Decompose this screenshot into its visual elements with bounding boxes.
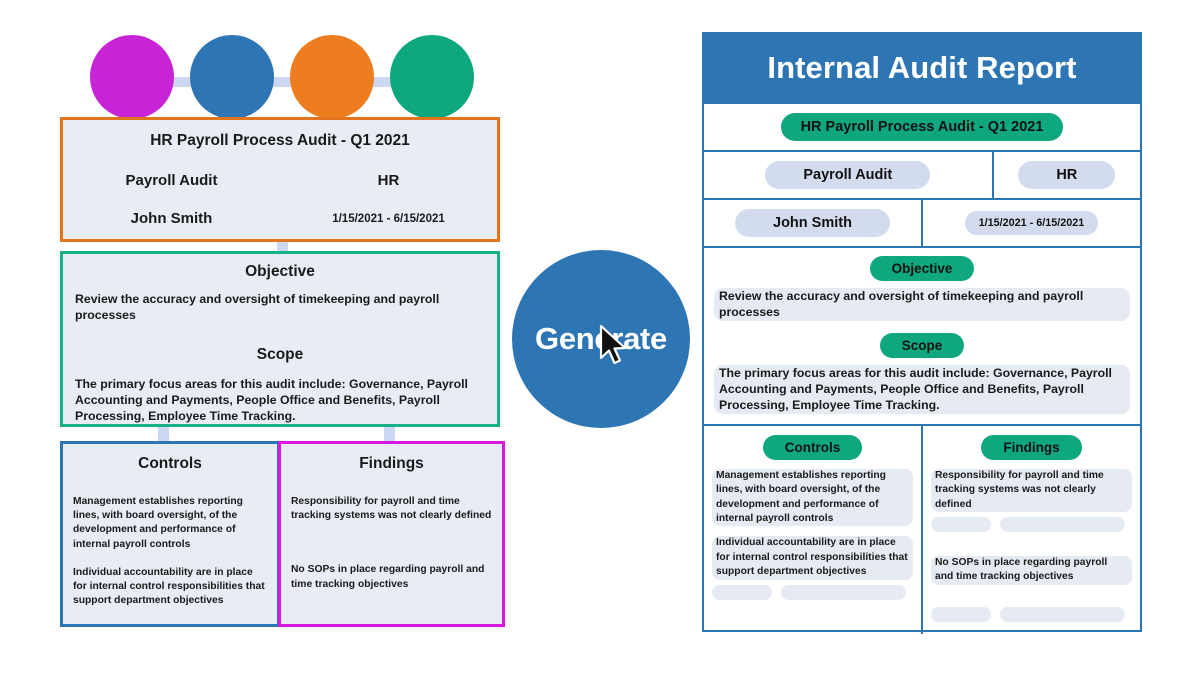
report-objective-scope-section: Objective Review the accuracy and oversi… <box>704 246 1140 424</box>
generate-button-label: Generate <box>535 321 667 356</box>
source-controls-item-1: Individual accountability are in place f… <box>73 566 265 607</box>
source-findings-heading: Findings <box>359 455 424 472</box>
slide-canvas: HR Payroll Process Audit - Q1 2021 Payro… <box>0 0 1200 675</box>
report-controls-heading-wrap: Controls <box>712 434 913 460</box>
source-meta-row-2: John Smith 1/15/2021 - 6/15/2021 <box>63 210 497 227</box>
source-objective-scope-box: Objective Review the accuracy and oversi… <box>60 251 500 427</box>
generate-button[interactable]: Generate <box>512 250 690 428</box>
report-findings-item-1: No SOPs in place regarding payroll and t… <box>931 555 1132 585</box>
report-controls-item-1: Individual accountability are in place f… <box>712 536 913 580</box>
report-controls-heading: Controls <box>762 434 863 460</box>
source-audit-type: Payroll Audit <box>125 172 218 189</box>
report-controls-column: Controls Management establishes reportin… <box>704 426 921 634</box>
report-scope-body: The primary focus areas for this audit i… <box>714 364 1130 414</box>
node-magenta-circle[interactable] <box>90 35 174 119</box>
source-controls-box: Controls Management establishes reportin… <box>60 441 280 627</box>
skeleton-bar <box>931 516 992 532</box>
report-department: HR <box>1018 161 1116 189</box>
node-orange-circle[interactable] <box>290 35 374 119</box>
skeleton-bar <box>712 584 773 600</box>
source-date-range: 1/15/2021 - 6/15/2021 <box>332 212 445 225</box>
report-findings-heading: Findings <box>981 434 1082 460</box>
source-controls-heading: Controls <box>138 455 202 472</box>
skeleton-bar <box>931 606 992 622</box>
report-date-range-cell[interactable]: 1/15/2021 - 6/15/2021 <box>921 200 1140 246</box>
report-audit-title: HR Payroll Process Audit - Q1 2021 <box>780 113 1064 141</box>
report-title-row: HR Payroll Process Audit - Q1 2021 <box>704 102 1140 150</box>
node-blue-circle[interactable] <box>190 35 274 119</box>
report-controls-item-0: Management establishes reporting lines, … <box>712 468 913 527</box>
report-auditor-cell[interactable]: John Smith <box>704 200 921 246</box>
report-audit-type-cell[interactable]: Payroll Audit <box>704 152 992 198</box>
report-objective-heading: Objective <box>869 256 975 281</box>
source-controls-item-0: Management establishes reporting lines, … <box>73 496 243 550</box>
report-header: Internal Audit Report <box>704 34 1140 102</box>
source-auditor: John Smith <box>130 210 213 227</box>
report-meta-row-1: Payroll Audit HR <box>704 150 1140 198</box>
report-date-range: 1/15/2021 - 6/15/2021 <box>964 211 1099 235</box>
report-findings-skeleton-row-2 <box>931 606 1132 622</box>
report-findings-column: Findings Responsibility for payroll and … <box>921 425 1140 634</box>
source-department: HR <box>377 172 400 189</box>
report-department-cell[interactable]: HR <box>991 152 1140 198</box>
report-audit-title-cell[interactable]: HR Payroll Process Audit - Q1 2021 <box>704 104 1140 150</box>
source-objective-body: Review the accuracy and oversight of tim… <box>75 292 440 323</box>
report-auditor: John Smith <box>735 209 890 237</box>
report-findings-heading-wrap: Findings <box>931 434 1132 460</box>
skeleton-bar <box>1000 606 1125 622</box>
node-chain <box>90 35 510 155</box>
skeleton-bar <box>1000 516 1125 532</box>
report-audit-type: Payroll Audit <box>765 161 931 189</box>
source-scope-body: The primary focus areas for this audit i… <box>75 376 468 424</box>
source-scope-heading: Scope <box>256 345 304 363</box>
source-findings-item-0: Responsibility for payroll and time trac… <box>291 496 492 522</box>
report-title: Internal Audit Report <box>767 50 1077 85</box>
source-meta-box: HR Payroll Process Audit - Q1 2021 Payro… <box>60 117 500 242</box>
source-findings-item-1: No SOPs in place regarding payroll and t… <box>291 564 485 590</box>
report-columns-section: Controls Management establishes reportin… <box>704 423 1140 634</box>
source-findings-box: Findings Responsibility for payroll and … <box>278 441 505 627</box>
report-objective-body: Review the accuracy and oversight of tim… <box>714 288 1130 321</box>
node-green-circle[interactable] <box>390 35 474 119</box>
report-controls-skeleton-row <box>712 584 913 600</box>
skeleton-bar <box>781 584 906 600</box>
report-findings-item-0: Responsibility for payroll and time trac… <box>931 468 1132 512</box>
report-findings-skeleton-row-1 <box>931 516 1132 532</box>
source-objective-heading: Objective <box>245 263 315 280</box>
source-meta-row-1: Payroll Audit HR <box>63 172 497 189</box>
report-objective-heading-wrap: Objective <box>704 256 1140 281</box>
report-scope-heading: Scope <box>879 332 965 358</box>
generated-report-panel: Internal Audit Report HR Payroll Process… <box>702 32 1142 634</box>
report-scope-heading-wrap: Scope <box>704 332 1140 358</box>
source-audit-title: HR Payroll Process Audit - Q1 2021 <box>150 132 410 149</box>
report-meta-row-2: John Smith 1/15/2021 - 6/15/2021 <box>704 198 1140 246</box>
